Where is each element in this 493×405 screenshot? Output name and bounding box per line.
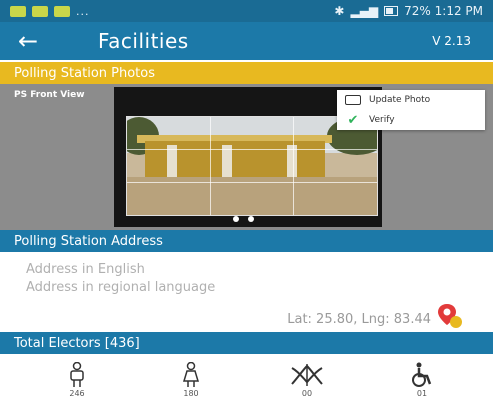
- wheelchair-icon: [412, 362, 432, 387]
- address-section-header: Polling Station Address: [0, 230, 493, 252]
- male-icon: [70, 362, 84, 387]
- version-label: V 2.13: [432, 34, 471, 48]
- female-stat: 180: [166, 356, 216, 398]
- notification-icon: [10, 5, 26, 17]
- app-bar: ← Facilities V 2.13: [0, 22, 493, 60]
- pwd-stat: 01: [397, 356, 447, 398]
- male-stat: 246: [52, 356, 102, 398]
- update-photo-menu-item[interactable]: Update Photo: [337, 90, 485, 110]
- more-notifications: ...: [76, 4, 90, 18]
- verify-menu-item[interactable]: ✔ Verify: [337, 110, 485, 130]
- battery-icon: [384, 6, 399, 16]
- third-gender-stat: 00: [282, 356, 332, 398]
- map-pin-icon[interactable]: [437, 303, 463, 329]
- photo-options-menu: Update Photo ✔ Verify: [337, 90, 485, 130]
- coordinates-text: Lat: 25.80, Lng: 83.44: [287, 312, 431, 327]
- pwd-count: 01: [416, 389, 428, 398]
- third-gender-icon: [291, 364, 323, 386]
- bluetooth-icon: ✱: [334, 4, 345, 18]
- carousel-indicator[interactable]: [233, 216, 254, 222]
- female-icon: [182, 362, 200, 387]
- photos-section-header: Polling Station Photos: [0, 62, 493, 84]
- battery-time: 72% 1:12 PM: [404, 4, 483, 18]
- page-title: Facilities: [98, 29, 189, 53]
- photo-icon: [345, 95, 361, 105]
- menu-item-label: Update Photo: [369, 95, 431, 105]
- address-english: Address in English: [26, 262, 145, 277]
- signal-icon: ▂▄▆: [350, 4, 379, 18]
- status-bar: ... ✱ ▂▄▆ 72% 1:12 PM: [0, 0, 493, 22]
- male-count: 246: [69, 389, 85, 398]
- female-count: 180: [183, 389, 199, 398]
- notification-icon: [54, 5, 70, 17]
- notification-icon: [32, 5, 48, 17]
- electors-stats: 246 180 00 01: [0, 356, 493, 405]
- back-arrow-icon[interactable]: ←: [18, 27, 58, 55]
- address-regional: Address in regional language: [26, 280, 216, 295]
- photo-label: PS Front View: [14, 90, 85, 100]
- menu-item-label: Verify: [369, 115, 395, 125]
- check-icon: ✔: [347, 112, 359, 128]
- polling-station-photo[interactable]: [126, 116, 378, 216]
- third-gender-count: 00: [301, 389, 313, 398]
- electors-section-header: Total Electors [436]: [0, 332, 493, 354]
